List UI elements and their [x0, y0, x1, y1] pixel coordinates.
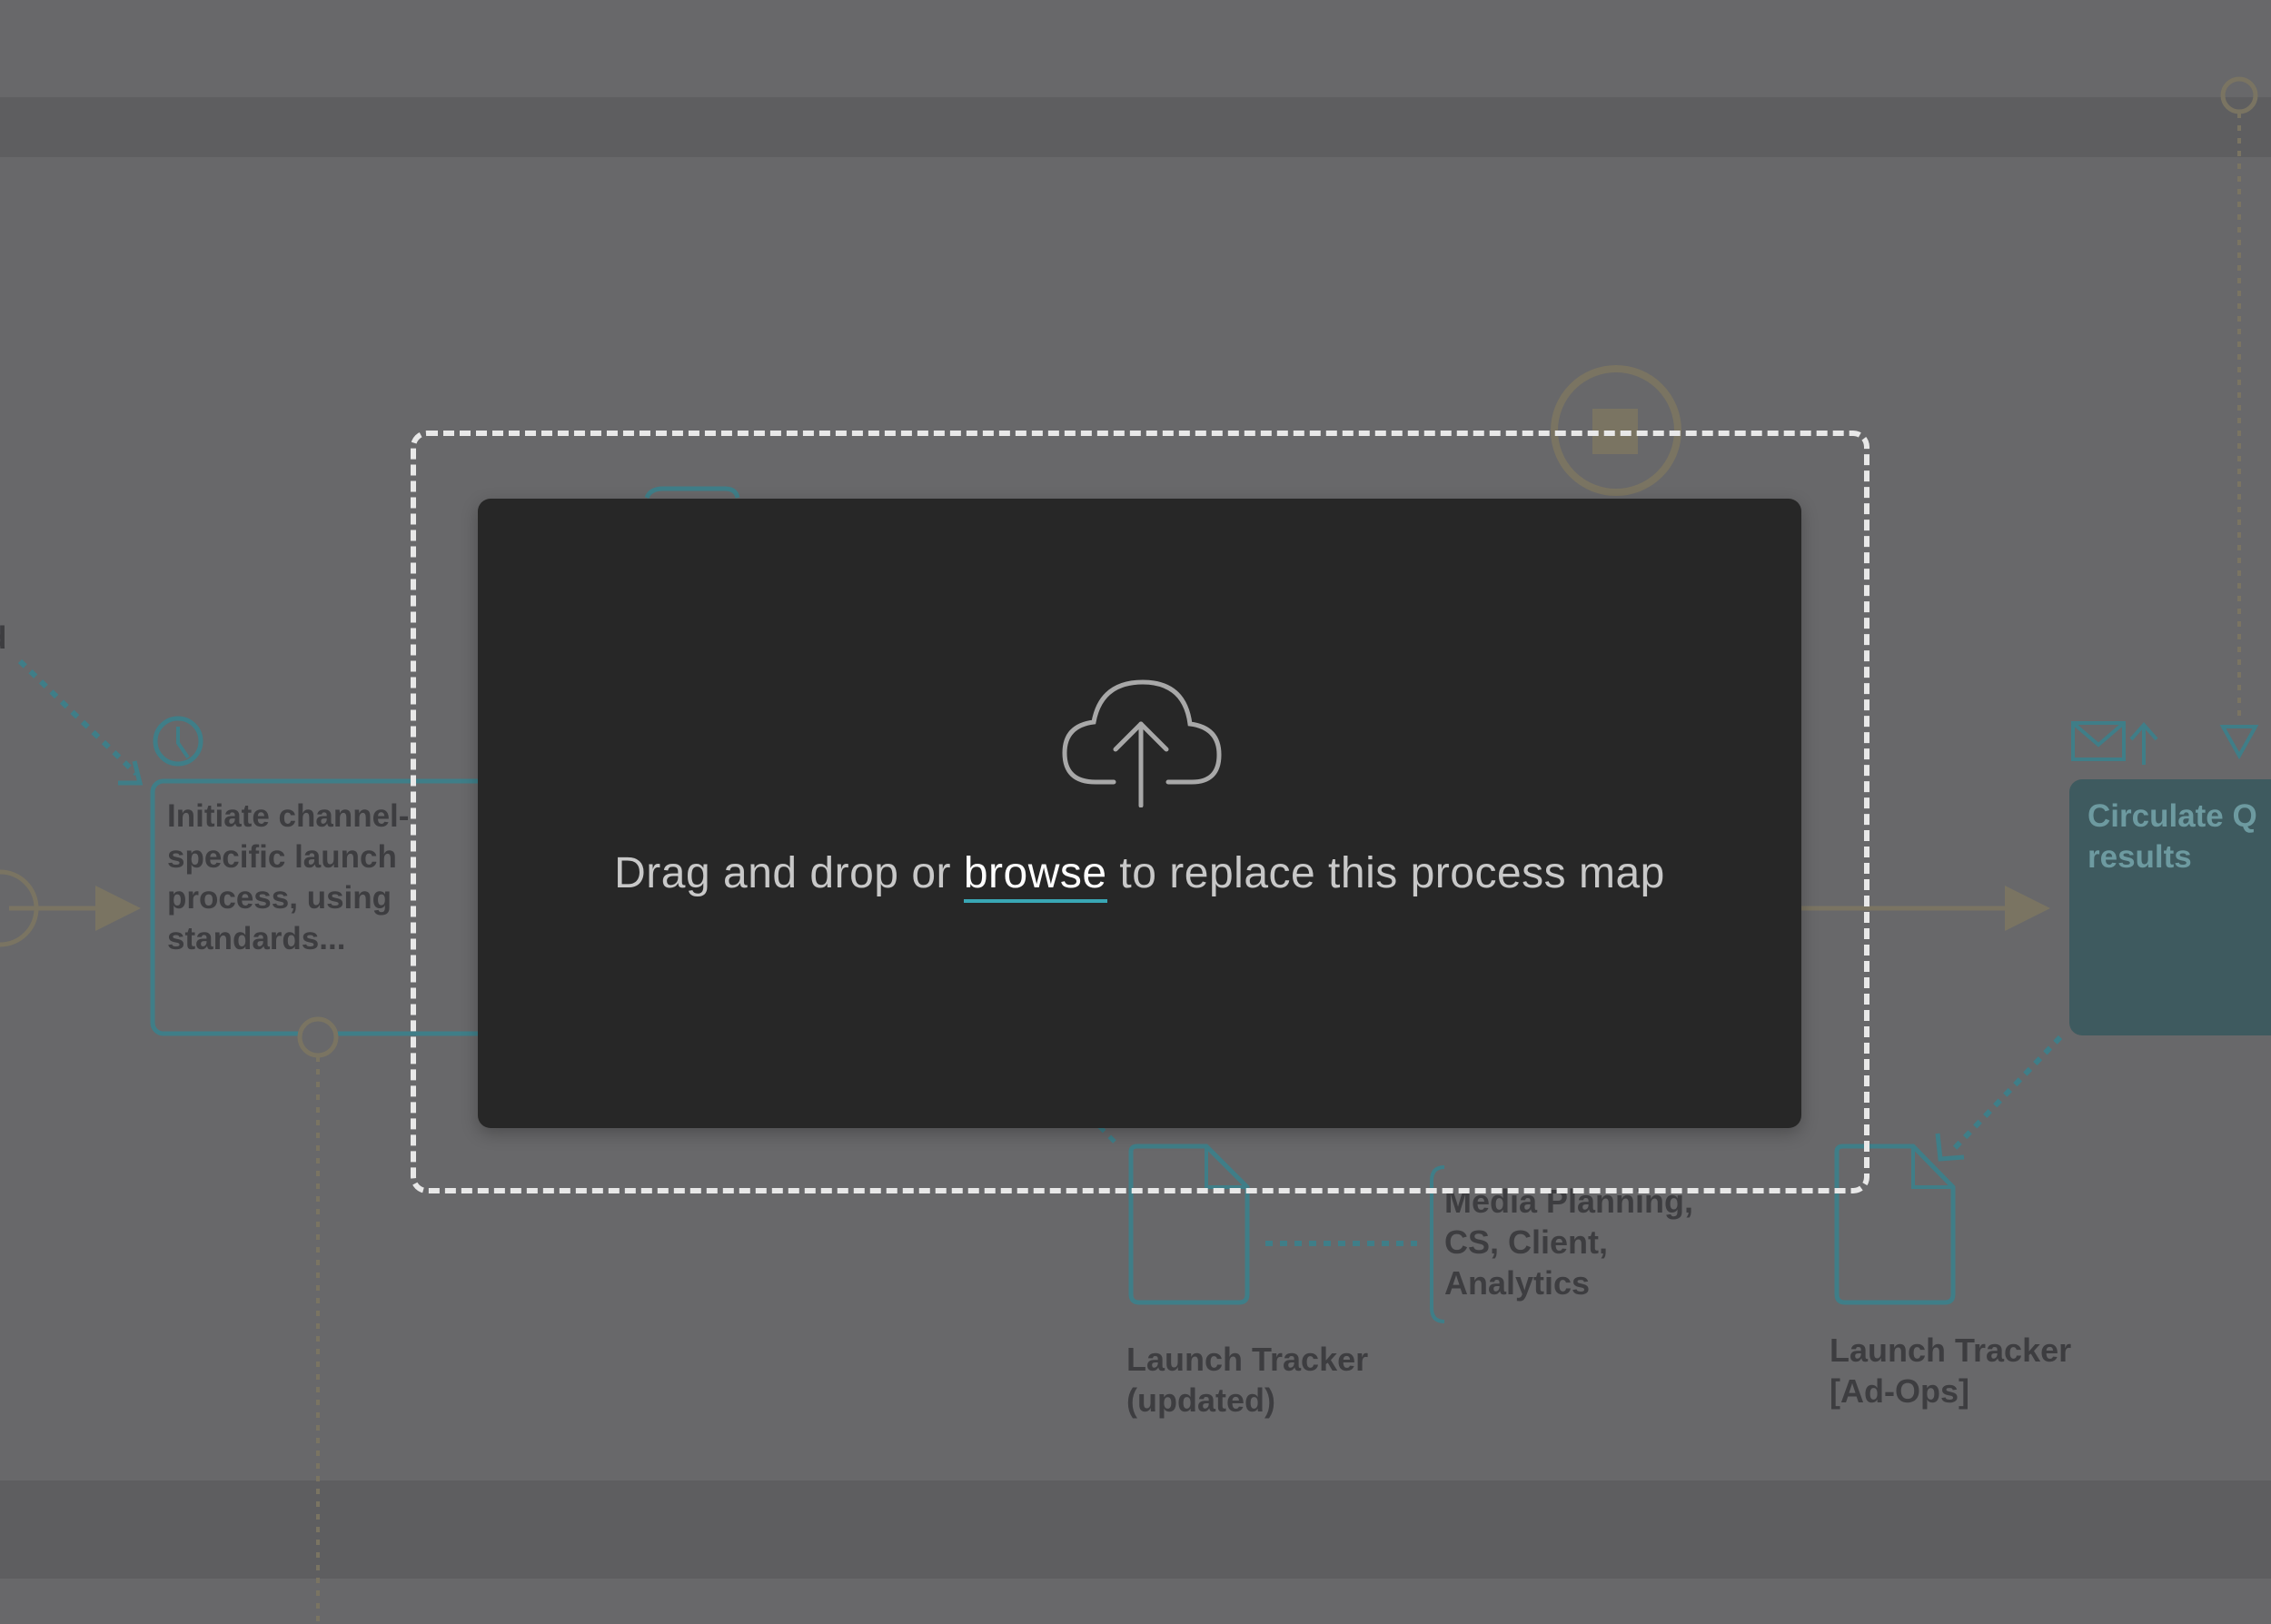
dotted-association [1949, 1035, 2063, 1154]
partial-left-label: d [0, 618, 6, 659]
doc-label-launch-tracker-updated: Launch Tracker (updated) [1126, 1341, 1369, 1419]
doc-label-launch-tracker-adops: Launch Tracker [Ad-Ops] [1830, 1332, 2072, 1410]
upload-text-before: Drag and drop or [614, 849, 964, 897]
upload-instructions: Drag and drop or browse to replace this … [478, 848, 1801, 903]
envelope-send-icon [2071, 721, 2158, 765]
timer-icon [153, 716, 203, 767]
task-circulate-label: Circulate Q results [2088, 798, 2257, 875]
cloud-upload-icon[interactable] [1059, 671, 1223, 812]
dotted-association [17, 659, 139, 777]
triangle-down-icon [2219, 725, 2259, 760]
browse-link[interactable]: browse [963, 849, 1107, 903]
boundary-event[interactable] [297, 1016, 339, 1058]
participants-annotation: Media Planning, CS, Client, Analytics [1444, 1183, 1694, 1302]
upload-dialog: Drag and drop or browse to replace this … [478, 499, 1801, 1128]
message-start-event[interactable] [2220, 76, 2258, 114]
upload-text-after: to replace this process map [1106, 849, 1665, 897]
